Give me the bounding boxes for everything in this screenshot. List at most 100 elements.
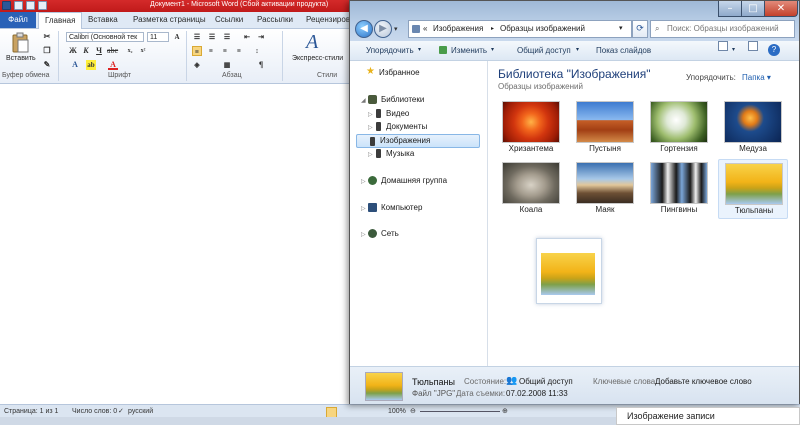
organize-dropdown-icon[interactable]: ▾ — [418, 41, 421, 60]
font-size-input[interactable]: 11 — [147, 32, 169, 42]
expand-libraries-icon[interactable]: ◢ — [361, 97, 366, 104]
details-state-value[interactable]: Общий доступ — [519, 377, 573, 386]
bold-icon[interactable]: Ж — [68, 46, 78, 56]
quick-styles-icon[interactable]: A — [306, 31, 318, 54]
expand-computer-icon[interactable]: ▷ — [361, 205, 366, 212]
thumbnail-hydrangeas[interactable]: Гортензия — [644, 98, 714, 158]
breadcrumb-sample-pictures[interactable]: Образцы изображений — [500, 21, 585, 37]
tulips-drag-image — [541, 253, 595, 295]
tab-file[interactable]: Файл — [0, 12, 36, 28]
address-bar[interactable]: « Изображения ▸ Образцы изображений ▾ — [408, 20, 632, 38]
borders-icon[interactable]: ▦ — [222, 60, 232, 70]
breadcrumb-pictures[interactable]: Изображения — [433, 21, 483, 37]
italic-icon[interactable]: К — [81, 46, 91, 56]
address-dropdown-icon[interactable]: ▾ — [619, 21, 623, 37]
details-date-value[interactable]: 07.02.2008 11:33 — [506, 389, 568, 398]
forward-button[interactable]: ▶ — [374, 20, 392, 38]
tab-review[interactable]: Рецензирова — [306, 15, 354, 24]
redo-icon[interactable] — [38, 1, 47, 10]
thumbnail-label: Пустыня — [589, 144, 621, 153]
font-name-input[interactable]: Calibri (Основной тек — [66, 32, 144, 42]
close-button[interactable]: ✕ — [764, 1, 798, 17]
increase-indent-icon[interactable]: ⇥ — [256, 32, 266, 42]
recent-pages-icon[interactable]: ▾ — [394, 25, 398, 33]
details-state-label: Состояние: — [464, 377, 507, 386]
tab-mailings[interactable]: Рассылки — [257, 15, 293, 24]
thumbnail-tulips[interactable]: Тюльпаны — [718, 159, 788, 219]
multilevel-list-icon[interactable]: ☰ — [222, 32, 232, 42]
minimize-button[interactable]: – — [718, 1, 742, 17]
share-button[interactable]: Общий доступ — [517, 41, 571, 60]
word-title: Документ1 - Microsoft Word (Сбой активац… — [150, 1, 329, 8]
grow-font-icon[interactable]: A — [172, 32, 182, 42]
edit-button[interactable]: Изменить — [451, 41, 487, 60]
back-button[interactable]: ◀ — [355, 20, 373, 38]
libraries-icon — [368, 95, 377, 104]
expand-music-icon[interactable]: ▷ — [368, 151, 373, 158]
undo-icon[interactable] — [26, 1, 35, 10]
highlight-icon[interactable]: ab — [86, 60, 96, 70]
tab-home[interactable]: Главная — [38, 12, 83, 29]
nav-pictures[interactable]: Изображения — [356, 134, 480, 148]
strikethrough-icon[interactable]: abc — [107, 46, 118, 56]
tab-page-layout[interactable]: Разметка страницы — [133, 15, 206, 24]
zoom-slider[interactable] — [420, 411, 500, 412]
font-color-icon[interactable]: A — [108, 60, 118, 70]
details-keywords-value[interactable]: Добавьте ключевое слово — [655, 377, 752, 386]
arrange-dropdown[interactable]: Папка ▾ — [742, 73, 771, 82]
thumbnail-lighthouse[interactable]: Маяк — [570, 159, 640, 219]
copy-icon[interactable]: ❐ — [42, 46, 52, 56]
bullets-icon[interactable]: ☰ — [192, 32, 202, 42]
thumbnail-label: Тюльпаны — [734, 206, 774, 215]
subscript-icon[interactable]: x₂ — [125, 46, 135, 56]
thumbnail-koala[interactable]: Коала — [496, 159, 566, 219]
format-painter-icon[interactable]: ✎ — [42, 60, 52, 70]
underline-icon[interactable]: Ч — [94, 46, 104, 56]
align-left-icon[interactable]: ≡ — [192, 46, 202, 56]
nav-computer-label: Компьютер — [381, 203, 423, 212]
library-title: Библиотека "Изображения" — [498, 67, 651, 81]
cut-icon[interactable]: ✂ — [42, 32, 52, 42]
maximize-button[interactable]: □ — [741, 1, 765, 17]
edit-dropdown-icon[interactable]: ▾ — [491, 41, 494, 60]
decrease-indent-icon[interactable]: ⇤ — [242, 32, 252, 42]
help-icon[interactable]: ? — [768, 44, 780, 56]
paste-button[interactable]: Вставить — [6, 55, 36, 62]
view-dropdown-icon[interactable]: ▾ — [732, 41, 735, 60]
expand-documents-icon[interactable]: ▷ — [368, 124, 373, 131]
text-effects-icon[interactable]: A — [70, 60, 80, 70]
thumbnail-desert[interactable]: Пустыня — [570, 98, 640, 158]
organize-button[interactable]: Упорядочить — [366, 41, 414, 60]
expand-network-icon[interactable]: ▷ — [361, 231, 366, 238]
align-right-icon[interactable]: ≡ — [220, 46, 230, 56]
expand-video-icon[interactable]: ▷ — [368, 111, 373, 118]
paste-icon[interactable] — [10, 32, 30, 54]
thumbnail-jellyfish[interactable]: Медуза — [718, 98, 788, 158]
breadcrumb-sep[interactable]: ▸ — [491, 21, 494, 37]
numbering-icon[interactable]: ☰ — [207, 32, 217, 42]
change-view-icon[interactable] — [718, 41, 728, 51]
superscript-icon[interactable]: x² — [138, 46, 148, 56]
slideshow-button[interactable]: Показ слайдов — [596, 41, 651, 60]
quick-styles-button[interactable]: Экспресс-стили — [292, 55, 343, 62]
library-subtitle[interactable]: Образцы изображений — [498, 82, 583, 91]
tab-insert[interactable]: Вставка — [88, 15, 118, 24]
align-center-icon[interactable]: ≡ — [206, 46, 216, 56]
preview-pane-icon[interactable] — [748, 41, 758, 51]
save-icon[interactable] — [14, 1, 23, 10]
line-spacing-icon[interactable]: ↕ — [252, 46, 262, 56]
snipping-popup[interactable]: Изображение записи — [616, 407, 800, 425]
thumbnail-chrysanthemum[interactable]: Хризантема — [496, 98, 566, 158]
refresh-icon[interactable]: ⟳ — [632, 20, 648, 38]
justify-icon[interactable]: ≡ — [234, 46, 244, 56]
search-input[interactable]: ⌕ Поиск: Образцы изображений — [650, 20, 795, 38]
share-dropdown-icon[interactable]: ▾ — [576, 41, 579, 60]
thumbnail-penguins[interactable]: Пингвины — [644, 159, 714, 219]
shading-icon[interactable]: ◈ — [192, 60, 202, 70]
word-logo-icon[interactable] — [2, 1, 11, 10]
tab-references[interactable]: Ссылки — [215, 15, 243, 24]
breadcrumb-root[interactable]: « — [423, 21, 427, 37]
expand-homegroup-icon[interactable]: ▷ — [361, 178, 366, 185]
divider — [282, 31, 283, 81]
show-formatting-icon[interactable]: ¶ — [256, 60, 266, 70]
